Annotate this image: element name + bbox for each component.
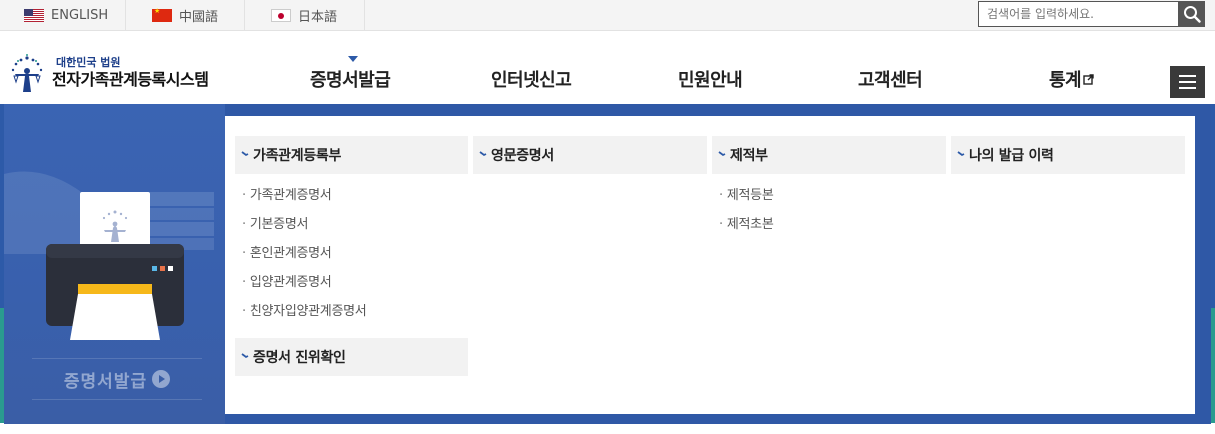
tick-mark-icon bbox=[957, 151, 965, 157]
language-japanese-label: 日本語 bbox=[298, 9, 338, 25]
top-utility-bar: ENGLISH 中國語 日本語 bbox=[0, 0, 1215, 31]
category-label: 제적부 bbox=[730, 148, 768, 164]
nav-internet-report[interactable]: 인터넷신고 bbox=[491, 66, 572, 92]
play-circle-icon bbox=[152, 370, 171, 388]
category-label: 영문증명서 bbox=[491, 148, 554, 164]
certificate-issuance-shortcut[interactable]: 증명서발급 bbox=[32, 358, 202, 400]
tick-mark-icon bbox=[479, 151, 487, 157]
cn-flag-icon bbox=[152, 7, 172, 22]
category-english-certificate[interactable]: 영문증명서 bbox=[473, 136, 707, 174]
jp-flag-icon bbox=[271, 8, 291, 22]
tick-mark-icon bbox=[241, 353, 249, 359]
menu-link-basic-cert[interactable]: · 기본증명서 bbox=[242, 213, 308, 232]
hamburger-menu-button[interactable] bbox=[1170, 66, 1205, 98]
language-chinese-label: 中國語 bbox=[179, 9, 219, 25]
category-removed-register[interactable]: 제적부 bbox=[712, 136, 946, 174]
language-english-label: ENGLISH bbox=[51, 7, 109, 23]
us-flag-icon bbox=[24, 8, 44, 22]
language-chinese[interactable]: 中國語 bbox=[126, 0, 245, 30]
nav-customer-center[interactable]: 고객센터 bbox=[858, 66, 923, 92]
external-link-icon bbox=[1083, 74, 1094, 85]
language-english[interactable]: ENGLISH bbox=[0, 0, 126, 30]
menu-link-adoption-cert[interactable]: · 입양관계증명서 bbox=[242, 271, 332, 290]
illustration-panel: 증명서발급 bbox=[4, 104, 225, 424]
logo-subtitle: 대한민국 법원 bbox=[56, 55, 121, 69]
menu-link-marriage-cert[interactable]: · 혼인관계증명서 bbox=[242, 242, 332, 261]
category-certificate-verification[interactable]: 증명서 진위확인 bbox=[235, 338, 468, 376]
category-label: 나의 발급 이력 bbox=[969, 148, 1054, 164]
category-label: 증명서 진위확인 bbox=[253, 350, 346, 366]
site-logo[interactable]: 대한민국 법원 전자가족관계등록시스템 bbox=[6, 52, 209, 94]
nav-civil-guide[interactable]: 민원안내 bbox=[678, 66, 743, 92]
illustration-caption: 증명서발급 bbox=[63, 371, 148, 392]
language-japanese[interactable]: 日本語 bbox=[245, 0, 365, 30]
mega-menu: 가족관계등록부 영문증명서 제적부 나의 발급 이력 · 가족관계증명서 · 기본증… bbox=[225, 116, 1195, 414]
menu-link-full-adoption-cert[interactable]: · 친양자입양관계증명서 bbox=[242, 300, 367, 319]
printer-illustration bbox=[4, 171, 214, 340]
nav-statistics[interactable]: 통계 bbox=[1049, 66, 1094, 92]
category-family-register[interactable]: 가족관계등록부 bbox=[235, 136, 468, 174]
category-my-issuance-history[interactable]: 나의 발급 이력 bbox=[951, 136, 1185, 174]
search-button[interactable] bbox=[1178, 1, 1205, 27]
hamburger-menu-icon bbox=[1179, 75, 1196, 77]
tick-mark-icon bbox=[241, 151, 249, 157]
search-box bbox=[978, 1, 1205, 27]
menu-link-removed-full-copy[interactable]: · 제적등본 bbox=[719, 184, 774, 203]
search-input[interactable] bbox=[978, 1, 1178, 27]
menu-link-removed-abstract[interactable]: · 제적초본 bbox=[719, 213, 774, 232]
category-label: 가족관계등록부 bbox=[253, 148, 342, 164]
menu-link-family-relation-cert[interactable]: · 가족관계증명서 bbox=[242, 184, 332, 203]
search-icon bbox=[1183, 6, 1201, 23]
nav-certificate-issuance[interactable]: 증명서발급 bbox=[310, 66, 391, 92]
logo-title: 전자가족관계등록시스템 bbox=[52, 69, 209, 89]
court-emblem-icon bbox=[11, 54, 43, 92]
nav-statistics-label: 통계 bbox=[1049, 70, 1082, 91]
tick-mark-icon bbox=[718, 151, 726, 157]
active-nav-indicator bbox=[348, 56, 358, 62]
